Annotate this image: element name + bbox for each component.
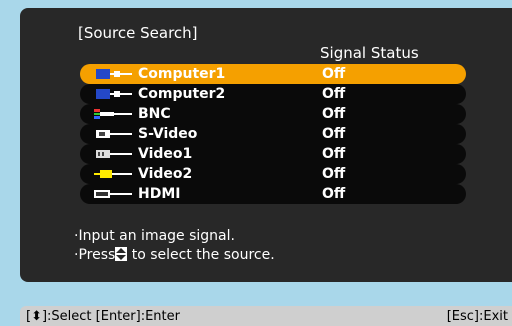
signal-status: Off [322,106,346,122]
signal-status: Off [322,146,346,162]
source-label: Video2 [138,166,193,182]
source-row-video2[interactable]: Video2 Off [80,164,466,184]
source-label: Video1 [138,146,193,162]
source-label: BNC [138,106,171,122]
panel-title: [Source Search] [78,24,198,42]
source-label: S-Video [138,126,198,142]
key-help-left: [⬍]:Select [Enter]:Enter [26,308,180,324]
source-row-bnc[interactable]: BNC Off [80,104,466,124]
source-row-computer1[interactable]: Computer1 Off [80,64,466,84]
signal-status: Off [322,86,346,102]
source-row-s-video[interactable]: S-Video Off [80,124,466,144]
signal-status-header: Signal Status [320,44,419,62]
help-message: ·Input an image signal. ·Press to select… [74,227,275,265]
source-row-hdmi[interactable]: HDMI Off [80,184,466,204]
s-video-icon [90,127,138,141]
key-help-bar: [⬍]:Select [Enter]:Enter [Esc]:Exit [20,306,512,326]
signal-status: Off [322,186,346,202]
source-label: Computer1 [138,66,226,82]
source-row-video1[interactable]: Video1 Off [80,144,466,164]
computer-icon [90,67,138,81]
help-line-2-suffix: to select the source. [131,247,275,263]
computer-icon [90,87,138,101]
signal-status: Off [322,66,346,82]
source-list: Computer1 Off Computer2 Off BNC Off S-Vi… [80,64,466,204]
rca-video-icon [90,167,138,181]
help-line-2: ·Press to select the source. [74,246,275,265]
signal-status: Off [322,126,346,142]
key-help-exit: [Esc]:Exit [446,308,508,324]
source-label: HDMI [138,186,181,202]
hdmi-icon [90,187,138,201]
up-down-arrow-icon [115,247,128,261]
source-row-computer2[interactable]: Computer2 Off [80,84,466,104]
help-line-2-prefix: ·Press [74,247,116,263]
source-label: Computer2 [138,86,226,102]
video-icon [90,147,138,161]
help-line-1: ·Input an image signal. [74,228,235,244]
bnc-icon [90,107,138,121]
source-search-panel: [Source Search] Signal Status Computer1 … [20,8,512,282]
signal-status: Off [322,166,346,182]
